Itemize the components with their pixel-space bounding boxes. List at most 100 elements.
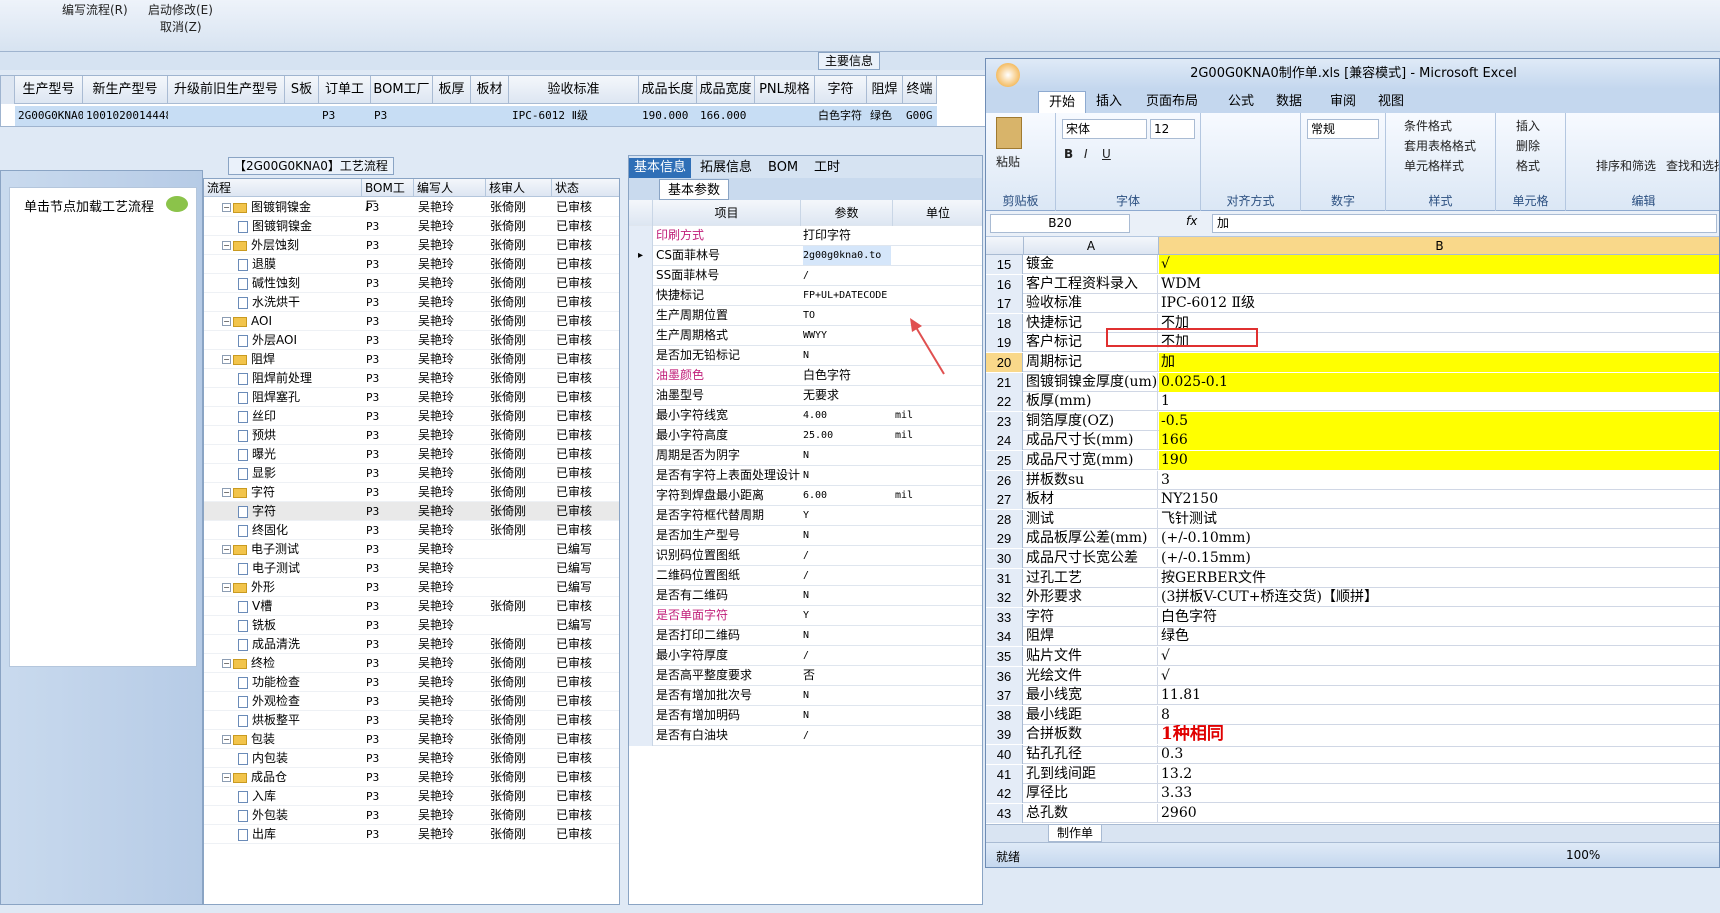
sort-filter-button[interactable]: 排序和筛选 [1596, 157, 1656, 174]
cell-b[interactable]: 1种相同 [1159, 725, 1719, 744]
row-number[interactable]: 43 [986, 803, 1023, 823]
italic-button[interactable]: I [1084, 147, 1088, 161]
param-value[interactable]: 2g00g0kna0.to [803, 246, 891, 265]
flow-row[interactable]: − 外层蚀刻 P3 吴艳玲 张倚刚 已审核 [204, 236, 619, 255]
tab-1[interactable]: 拓展信息 [695, 158, 757, 178]
flow-row[interactable]: 电子测试 P3 吴艳玲 已编写 [204, 559, 619, 578]
main-grid-cell[interactable]: G00G [903, 106, 937, 126]
params-row[interactable]: 是否有字符上表面处理设计 N [629, 466, 982, 486]
param-value[interactable]: WWYY [803, 326, 891, 345]
main-grid-cell[interactable]: IPC-6012 Ⅱ级 [509, 106, 639, 126]
row-number[interactable]: 18 [986, 313, 1023, 333]
main-grid-header[interactable]: 新生产型号 [83, 76, 168, 104]
ribbon-tab-2[interactable]: 页面布局 [1136, 91, 1208, 113]
cell-b[interactable]: -0.5 [1159, 411, 1719, 431]
params-row[interactable]: 是否打印二维码 N [629, 626, 982, 646]
cell-b[interactable]: 0.3 [1159, 745, 1719, 764]
params-row[interactable]: 油墨型号 无要求 [629, 386, 982, 406]
flow-row[interactable]: 退膜 P3 吴艳玲 张倚刚 已审核 [204, 255, 619, 274]
font-size-select[interactable]: 12 [1150, 119, 1195, 139]
params-row[interactable]: 识别码位置图纸 / [629, 546, 982, 566]
param-value[interactable]: Y [803, 506, 891, 525]
param-value[interactable]: 否 [803, 666, 891, 685]
params-row[interactable]: SS面菲林号 / [629, 266, 982, 286]
row-number[interactable]: 24 [986, 431, 1023, 451]
office-button-icon[interactable] [996, 63, 1020, 87]
flow-row[interactable]: 内包装 P3 吴艳玲 张倚刚 已审核 [204, 749, 619, 768]
flow-row[interactable]: − 字符 P3 吴艳玲 张倚刚 已审核 [204, 483, 619, 502]
flow-row[interactable]: 成品清洗 P3 吴艳玲 张倚刚 已审核 [204, 635, 619, 654]
row-number[interactable]: 25 [986, 451, 1023, 470]
expand-toggle-icon[interactable]: − [222, 735, 231, 744]
row-number[interactable]: 27 [986, 490, 1023, 510]
cell-b[interactable]: WDM [1159, 275, 1719, 294]
params-row[interactable]: 快捷标记 FP+UL+DATECODE [629, 286, 982, 306]
row-number[interactable]: 28 [986, 509, 1023, 529]
flow-row[interactable]: 入库 P3 吴艳玲 张倚刚 已审核 [204, 787, 619, 806]
cell-a[interactable]: 阻焊 [1024, 627, 1158, 647]
conditional-format-button[interactable]: 条件格式 [1404, 117, 1452, 134]
param-value[interactable]: 白色字符 [803, 366, 891, 385]
flow-row[interactable]: 外层AOI P3 吴艳玲 张倚刚 已审核 [204, 331, 619, 350]
cell-a[interactable]: 成品尺寸长宽公差 [1024, 549, 1158, 568]
main-grid-header[interactable]: 升级前旧生产型号 [168, 76, 285, 104]
flow-grid-header[interactable]: 核审人 [486, 179, 552, 197]
flow-row[interactable]: 碱性蚀刻 P3 吴艳玲 张倚刚 已审核 [204, 274, 619, 293]
ribbon-tab-5[interactable]: 审阅 [1320, 91, 1366, 113]
row-number[interactable]: 15 [986, 255, 1023, 274]
cell-b[interactable]: 3.33 [1159, 784, 1719, 803]
start-modify-button[interactable]: 启动修改(E) [148, 1, 213, 18]
cell-a[interactable]: 测试 [1024, 509, 1158, 529]
main-grid-cell[interactable]: 166.000 [697, 106, 755, 126]
cell-b[interactable]: (+/-0.10mm) [1159, 529, 1719, 548]
cell-b[interactable]: 2960 [1159, 804, 1719, 823]
cell-a[interactable]: 板厚(mm) [1024, 392, 1158, 412]
cell-a[interactable]: 合拼板数 [1024, 725, 1158, 745]
main-grid-header[interactable]: 板材 [471, 76, 509, 104]
flow-row[interactable]: − 终检 P3 吴艳玲 张倚刚 已审核 [204, 654, 619, 673]
row-number[interactable]: 35 [986, 647, 1023, 666]
flow-row[interactable]: 丝印 P3 吴艳玲 张倚刚 已审核 [204, 407, 619, 426]
main-grid-cell[interactable] [755, 106, 815, 126]
expand-toggle-icon[interactable]: − [222, 659, 231, 668]
main-grid-header[interactable]: S板 [285, 76, 319, 104]
cell-b[interactable]: √ [1159, 255, 1719, 274]
main-grid-header[interactable]: 订单工厂 [319, 76, 371, 125]
flow-row[interactable]: 预烘 P3 吴艳玲 张倚刚 已审核 [204, 426, 619, 445]
params-header[interactable]: 参数 [801, 200, 893, 226]
params-row[interactable]: 是否单面字符 Y [629, 606, 982, 626]
main-grid-header[interactable]: 字符 [815, 76, 867, 104]
row-number[interactable]: 39 [986, 725, 1023, 745]
cell-b[interactable]: 1 [1159, 392, 1719, 411]
param-value[interactable]: Y [803, 606, 891, 625]
formula-input[interactable]: 加 [1212, 214, 1717, 233]
main-grid-cell[interactable] [471, 106, 509, 126]
main-grid-header[interactable]: 成品长度 [639, 76, 697, 104]
cell-a[interactable]: 成品尺寸长(mm) [1024, 431, 1158, 451]
param-value[interactable]: / [803, 266, 891, 285]
params-row[interactable]: 二维码位置图纸 / [629, 566, 982, 586]
flow-grid-header[interactable]: BOM工厂 [362, 179, 414, 213]
load-node-box[interactable]: 单击节点加载工艺流程 [9, 187, 197, 667]
main-grid-cell[interactable] [433, 106, 471, 126]
cell-a[interactable]: 总孔数 [1024, 803, 1158, 823]
main-grid-cell[interactable]: 绿色 [867, 106, 903, 126]
param-value[interactable]: N [803, 446, 891, 465]
cell-a[interactable]: 厚径比 [1024, 784, 1158, 804]
flow-row[interactable]: 图镀铜镍金 P3 吴艳玲 张倚刚 已审核 [204, 217, 619, 236]
expand-toggle-icon[interactable]: − [222, 241, 231, 250]
flow-row[interactable]: 外观检查 P3 吴艳玲 张倚刚 已审核 [204, 692, 619, 711]
param-value[interactable]: N [803, 626, 891, 645]
row-number[interactable]: 30 [986, 549, 1023, 568]
row-selector[interactable] [1, 76, 15, 104]
ribbon-tab-6[interactable]: 视图 [1368, 91, 1414, 113]
cell-b[interactable]: 飞针测试 [1159, 510, 1719, 529]
cell-b[interactable]: 13.2 [1159, 765, 1719, 784]
cell-a[interactable]: 镀金 [1024, 255, 1158, 274]
flow-grid-header[interactable]: 状态 [552, 179, 619, 197]
params-header[interactable]: 单位 [893, 200, 982, 226]
cell-a[interactable]: 验收标准 [1024, 294, 1158, 314]
cell-a[interactable]: 字符 [1024, 607, 1158, 627]
select-all-corner[interactable] [986, 237, 1024, 255]
ribbon-tab-3[interactable]: 公式 [1218, 91, 1264, 113]
